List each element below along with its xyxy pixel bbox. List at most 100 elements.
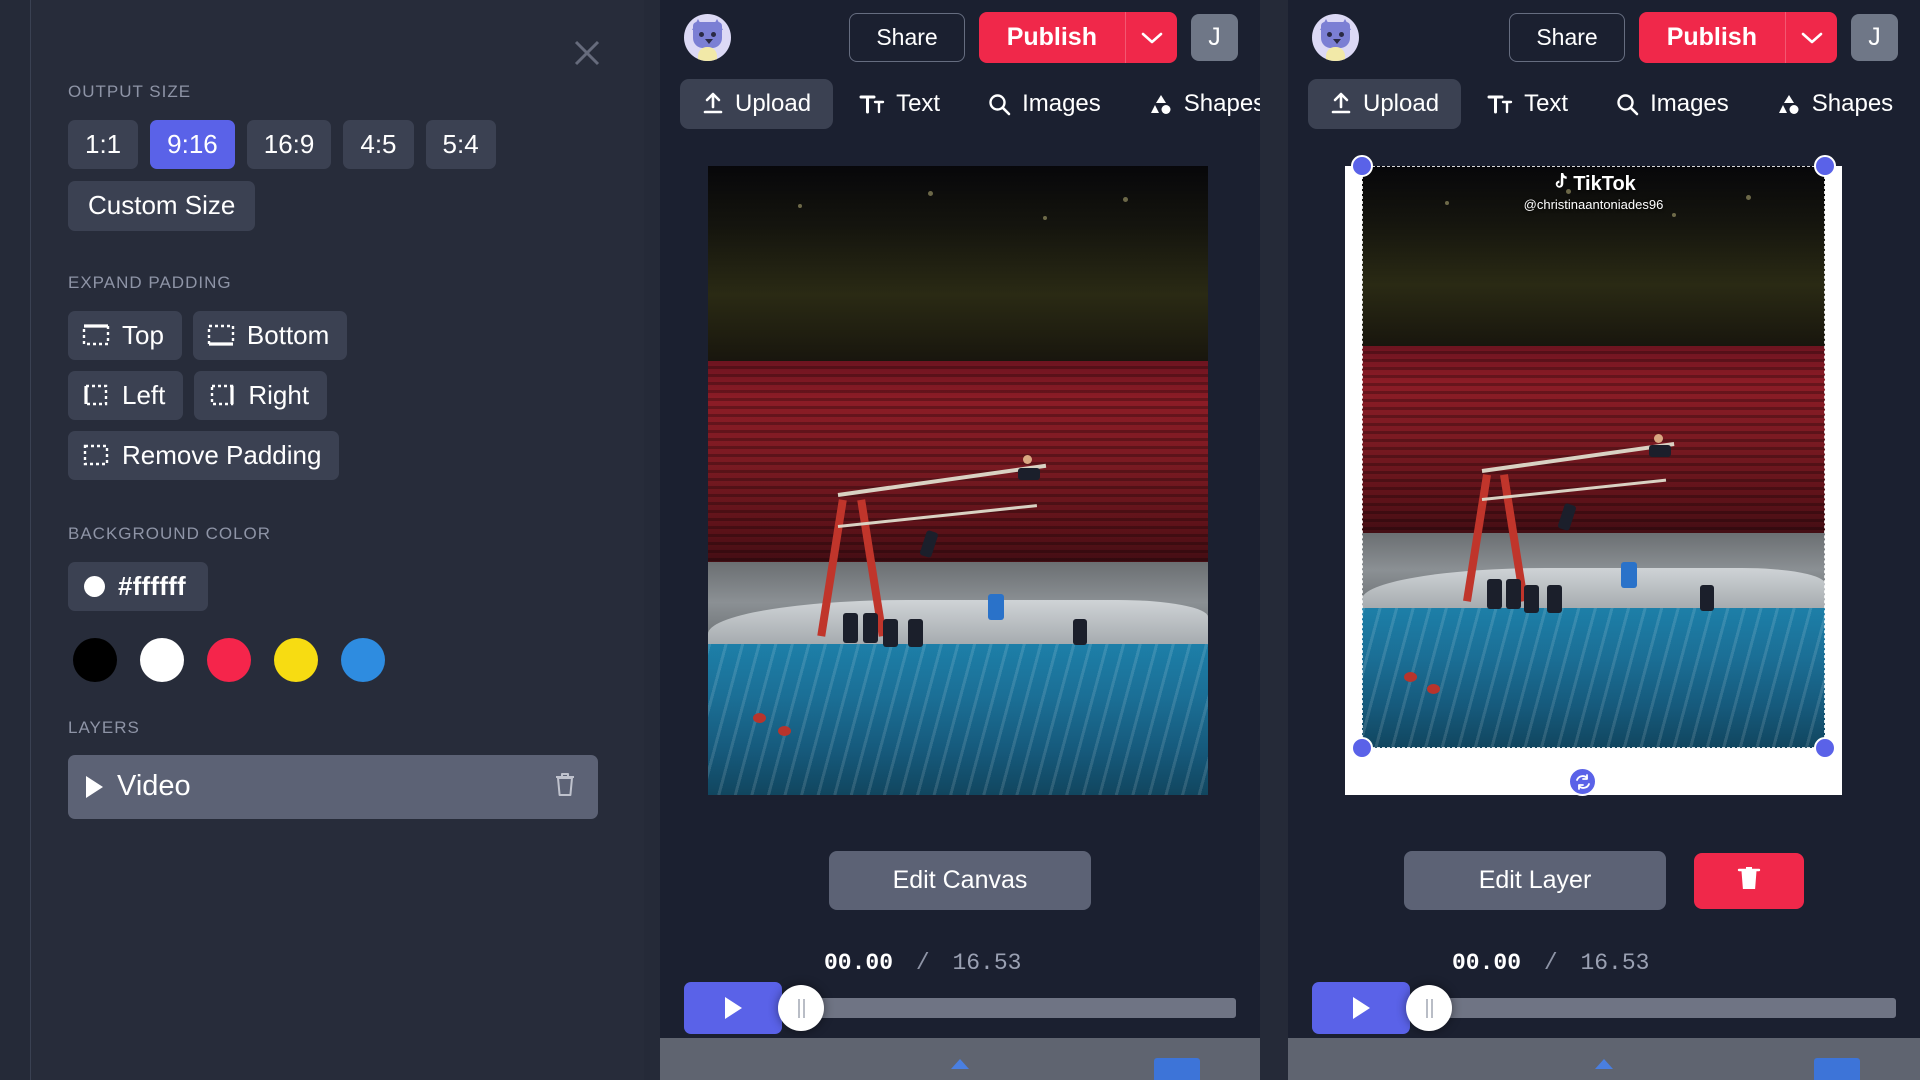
- play-button[interactable]: [684, 982, 782, 1034]
- play-icon: [1352, 997, 1370, 1019]
- editor-window-layer-mode: Share Publish J Upload Text Images Shape…: [1288, 0, 1920, 1080]
- share-button[interactable]: Share: [849, 13, 965, 62]
- tab-images-label: Images: [1650, 90, 1729, 117]
- share-button[interactable]: Share: [1509, 13, 1625, 62]
- caret-up-icon[interactable]: [1593, 1057, 1615, 1076]
- timeline-scrubber[interactable]: [1406, 985, 1452, 1031]
- video-canvas[interactable]: [708, 166, 1208, 795]
- triangle-right-icon[interactable]: [86, 775, 103, 798]
- pad-left-label: Left: [122, 379, 166, 410]
- publish-button-group: Publish: [978, 12, 1177, 63]
- close-icon[interactable]: [570, 36, 604, 70]
- color-swatch-row: [31, 637, 644, 682]
- editor-window-canvas-mode: Share Publish J Upload Text Images Shape…: [660, 0, 1260, 1080]
- pad-right-label: Right: [248, 379, 310, 410]
- layer-item-video[interactable]: Video: [68, 754, 598, 819]
- bottom-indicator: [1814, 1058, 1860, 1080]
- swatch-red[interactable]: [207, 637, 251, 682]
- chevron-down-icon[interactable]: [1125, 12, 1177, 63]
- ratio-1-1[interactable]: 1:1: [68, 120, 139, 170]
- tab-shapes[interactable]: Shapes: [1127, 79, 1260, 129]
- timeline-scrubber[interactable]: [778, 985, 824, 1031]
- background-color-picker[interactable]: #ffffff: [68, 561, 208, 611]
- screen-root: OUTPUT SIZE 1:1 9:16 16:9 4:5 5:4 Custom…: [0, 0, 1920, 1080]
- layer-name: Video: [117, 770, 191, 803]
- publish-button-group: Publish: [1638, 12, 1837, 63]
- time-separator: /: [915, 950, 930, 976]
- current-time: 00.00: [1452, 950, 1522, 976]
- tab-upload[interactable]: Upload: [1308, 79, 1462, 129]
- timeline-track[interactable]: [1406, 985, 1896, 1031]
- pad-right-button[interactable]: Right: [194, 370, 328, 420]
- editor-toolbar: Upload Text Images Shapes: [1288, 75, 1920, 133]
- swatch-yellow[interactable]: [274, 637, 318, 682]
- pad-bottom-button[interactable]: Bottom: [192, 310, 348, 360]
- cat-avatar-icon[interactable]: [684, 14, 731, 61]
- tab-images[interactable]: Images: [966, 79, 1123, 129]
- canvas-area: [660, 133, 1260, 833]
- video-timeline: 00.00 / 16.53: [660, 950, 1260, 1034]
- ratio-16-9[interactable]: 16:9: [246, 120, 332, 170]
- ratio-4-5[interactable]: 4:5: [343, 120, 414, 170]
- pad-top-label: Top: [122, 319, 164, 350]
- chevron-down-icon[interactable]: [1785, 12, 1837, 63]
- edit-canvas-button[interactable]: Edit Canvas: [829, 851, 1091, 910]
- time-separator: /: [1543, 950, 1558, 976]
- ratio-9-16[interactable]: 9:16: [150, 120, 235, 170]
- tab-text-label: Text: [1524, 90, 1569, 117]
- resize-handle-top-right[interactable]: [1814, 155, 1836, 177]
- pad-left-button[interactable]: Left: [68, 370, 184, 420]
- layers-label: LAYERS: [68, 717, 140, 737]
- padding-top-icon: [82, 323, 110, 347]
- padding-left-icon: [82, 383, 110, 407]
- duration: 16.53: [952, 950, 1022, 976]
- tab-shapes[interactable]: Shapes: [1755, 79, 1915, 129]
- tab-text[interactable]: Text: [1465, 79, 1590, 129]
- timeline-track[interactable]: [778, 985, 1236, 1031]
- resize-handle-bottom-right[interactable]: [1814, 737, 1836, 759]
- video-layer[interactable]: TikTok @christinaantoniades96: [1362, 166, 1825, 748]
- padding-remove-icon: [82, 443, 110, 467]
- tab-text-label: Text: [896, 90, 941, 117]
- canvas-area: TikTok @christinaantoniades96: [1288, 133, 1920, 833]
- resize-handle-bottom-left[interactable]: [1351, 737, 1373, 759]
- resize-handle-top-left[interactable]: [1351, 155, 1373, 177]
- swatch-white[interactable]: [140, 637, 184, 682]
- ratio-5-4[interactable]: 5:4: [425, 120, 496, 170]
- trash-icon: [1735, 863, 1763, 898]
- trash-icon[interactable]: [552, 770, 578, 803]
- swatch-black[interactable]: [73, 637, 117, 682]
- background-color-hex: #ffffff: [118, 570, 186, 601]
- app-header: Share Publish J: [660, 0, 1260, 75]
- cat-avatar-icon[interactable]: [1312, 14, 1359, 61]
- app-header: Share Publish J: [1288, 0, 1920, 75]
- publish-button[interactable]: Publish: [978, 12, 1125, 63]
- tab-shapes-label: Shapes: [1183, 90, 1260, 117]
- tab-upload-label: Upload: [735, 90, 812, 117]
- expand-padding-label: EXPAND PADDING: [68, 272, 232, 292]
- video-timeline: 00.00 / 16.53: [1288, 950, 1920, 1034]
- pad-top-button[interactable]: Top: [68, 310, 182, 360]
- canvas-actions: Edit Canvas: [660, 851, 1260, 910]
- padding-right-icon: [208, 383, 236, 407]
- tab-images[interactable]: Images: [1594, 79, 1751, 129]
- remove-padding-button[interactable]: Remove Padding: [68, 430, 340, 480]
- rotate-handle[interactable]: [1568, 767, 1597, 796]
- user-avatar[interactable]: J: [1851, 14, 1898, 61]
- edit-layer-button[interactable]: Edit Layer: [1404, 851, 1666, 910]
- swatch-blue[interactable]: [341, 637, 385, 682]
- tab-upload[interactable]: Upload: [680, 79, 834, 129]
- output-size-label: OUTPUT SIZE: [68, 82, 192, 101]
- current-time: 00.00: [824, 950, 894, 976]
- user-avatar[interactable]: J: [1191, 14, 1238, 61]
- tab-text[interactable]: Text: [837, 79, 962, 129]
- delete-layer-button[interactable]: [1694, 852, 1804, 909]
- tab-upload-label: Upload: [1363, 90, 1440, 117]
- publish-button[interactable]: Publish: [1638, 12, 1785, 63]
- caret-up-icon[interactable]: [949, 1057, 971, 1076]
- play-button[interactable]: [1312, 982, 1410, 1034]
- custom-size-button[interactable]: Custom Size: [68, 181, 256, 231]
- aspect-ratio-options: 1:1 9:16 16:9 4:5 5:4: [31, 120, 644, 170]
- layer-actions: Edit Layer: [1288, 851, 1920, 910]
- video-frame-image: [708, 166, 1208, 795]
